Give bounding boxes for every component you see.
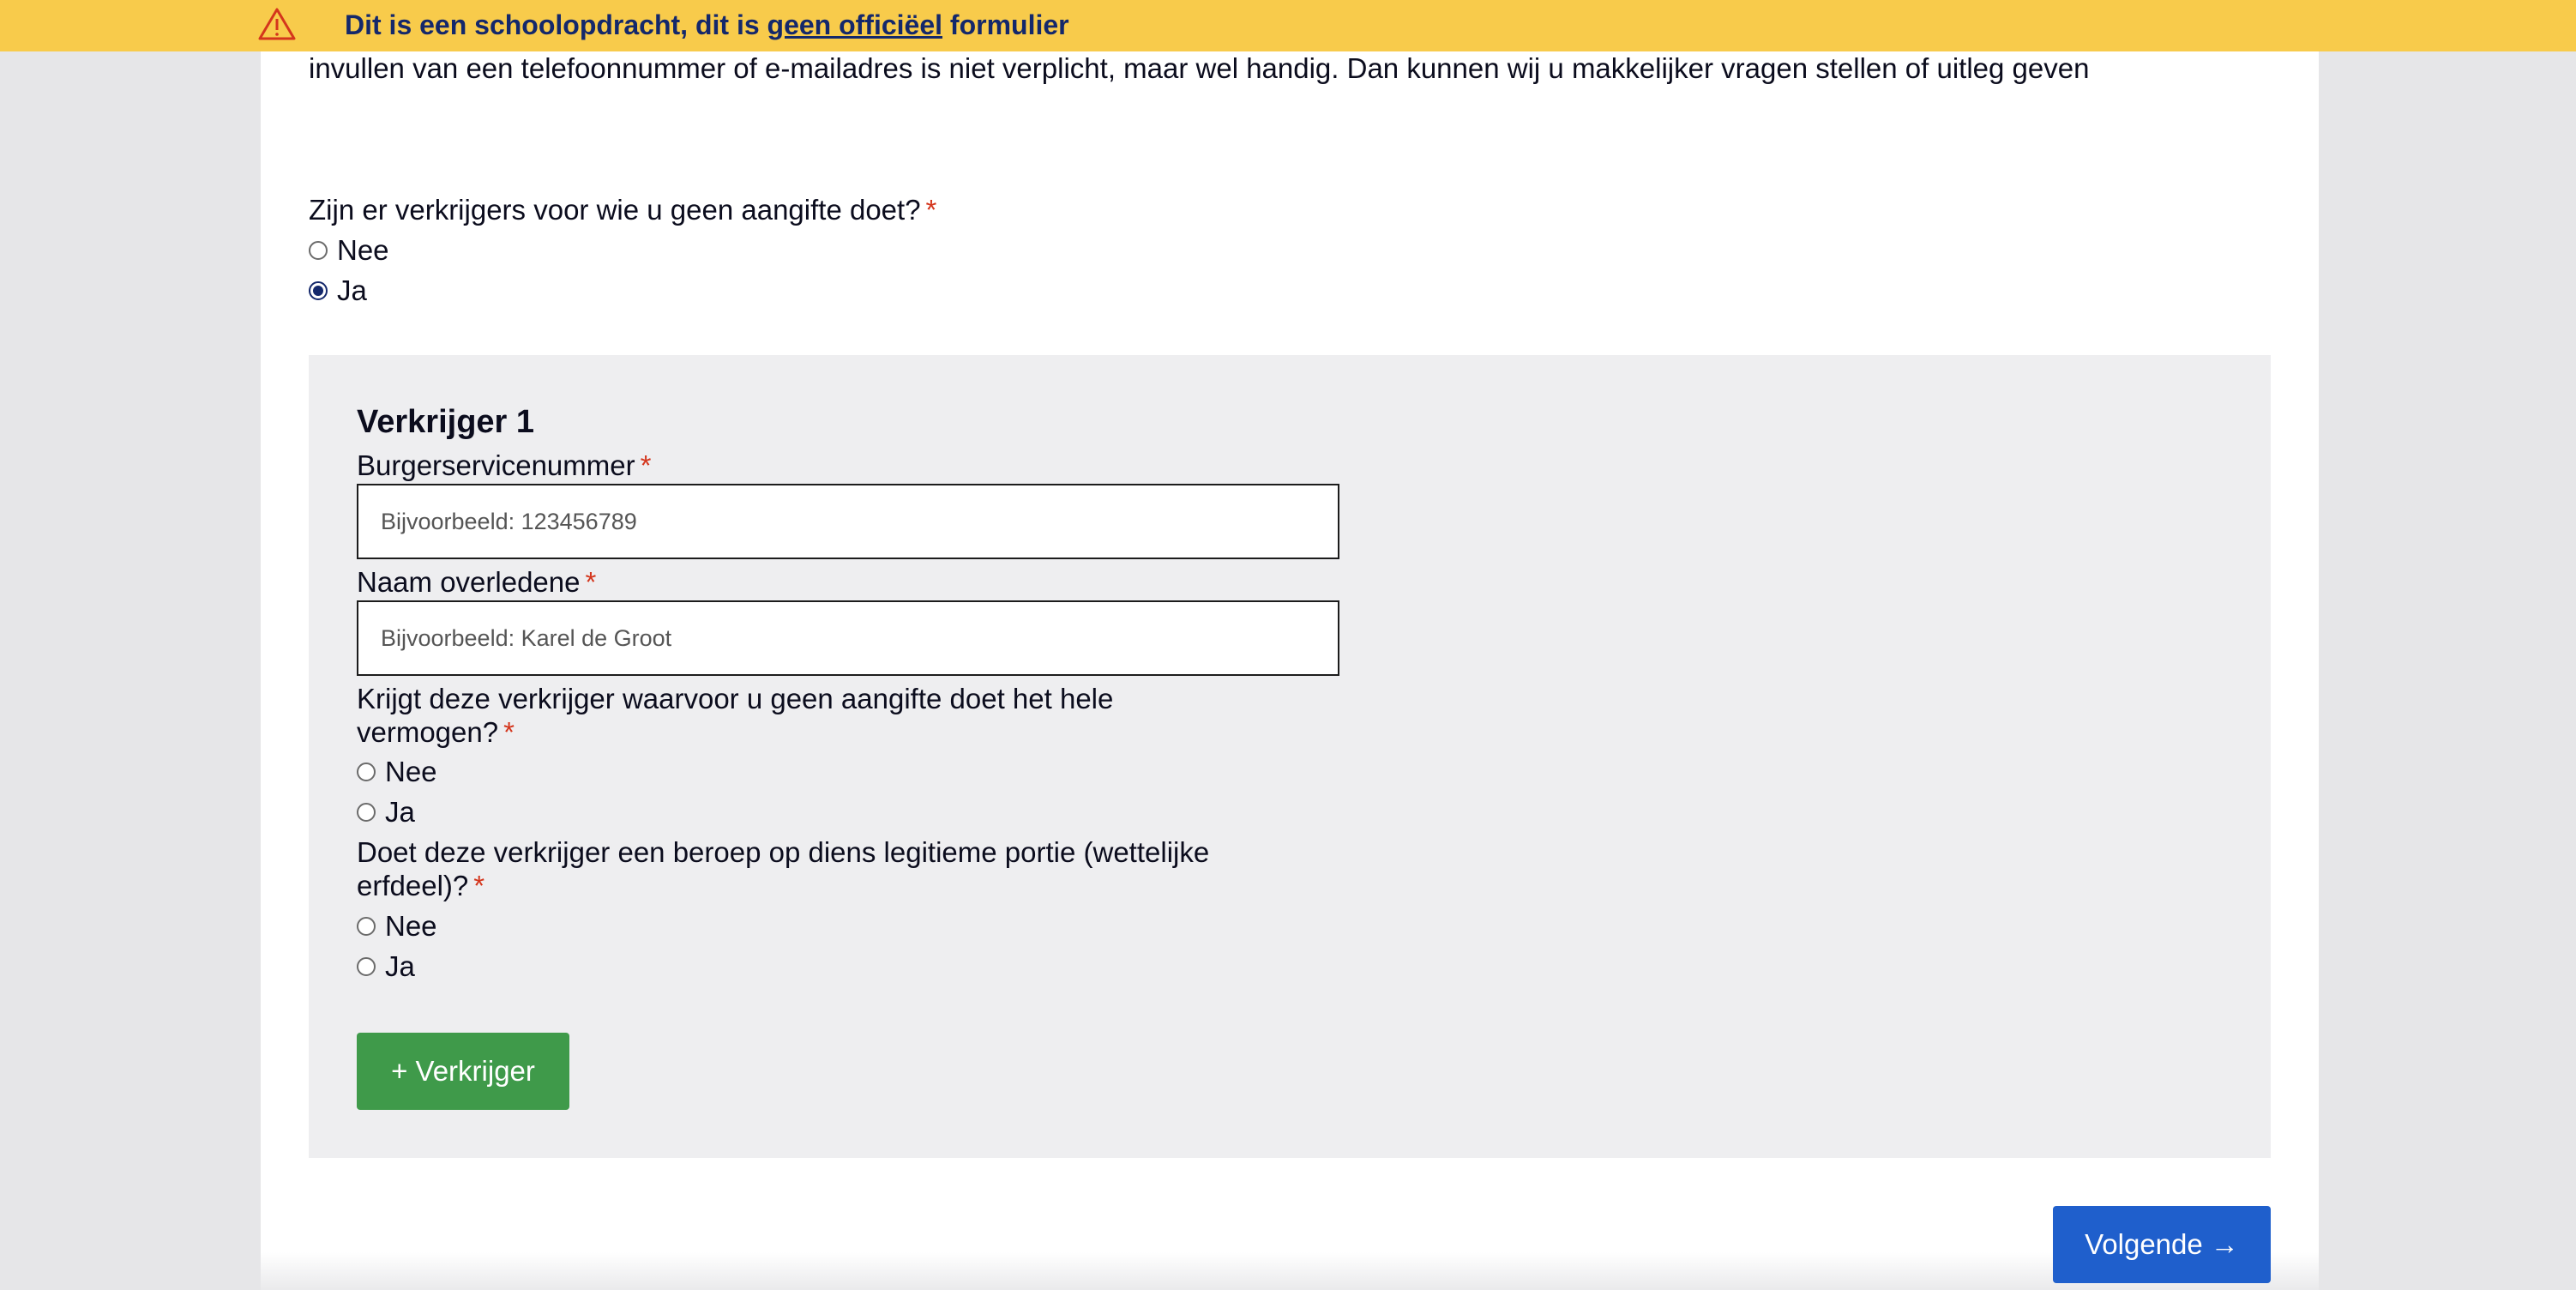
required-mark: * [473,870,485,901]
question-verkrijgers-label: Zijn er verkrijgers voor wie u geen aang… [309,194,921,226]
verkrijger-title: Verkrijger 1 [357,404,535,440]
required-mark: * [585,566,597,598]
banner-text-before: Dit is een schoolopdracht, dit is [345,9,767,40]
question-portie-line2: erfdeel)? [357,870,469,901]
footer-shadow [261,1252,2319,1290]
required-mark: * [503,716,515,748]
vermogen-radio-ja[interactable] [357,803,376,822]
required-mark: * [640,449,652,481]
vermogen-radio-nee[interactable] [357,763,376,781]
portie-option-nee[interactable]: Nee [357,909,437,943]
form-page: invullen van een telefoonnummer of e-mai… [261,0,2319,1290]
warning-banner: Dit is een schoolopdracht, dit is geen o… [0,0,2576,51]
naam-input[interactable] [357,600,1339,676]
portie-radio-nee[interactable] [357,917,376,936]
portie-radio-ja[interactable] [357,957,376,976]
radio-label-ja: Ja [337,274,367,306]
radio-button-nee[interactable] [309,241,328,260]
banner-text-after: formulier [942,9,1069,40]
question-vermogen-line2: vermogen? [357,716,499,748]
add-verkrijger-button[interactable]: + Verkrijger [357,1033,569,1110]
banner-link[interactable]: geen officiëel [767,9,943,40]
vermogen-option-nee[interactable]: Nee [357,755,437,789]
question-portie: Doet deze verkrijger een beroep op diens… [357,835,1317,902]
question-verkrijgers: Zijn er verkrijgers voor wie u geen aang… [309,193,936,227]
radio-label-nee: Nee [337,234,389,266]
vermogen-option-ja[interactable]: Ja [357,795,415,829]
question-vermogen: Krijgt deze verkrijger waarvoor u geen a… [357,682,1317,749]
bsn-label: Burgerservicenummer * [357,449,651,483]
banner-text: Dit is een schoolopdracht, dit is geen o… [345,9,1069,41]
bsn-input[interactable] [357,484,1339,559]
radio-option-ja[interactable]: Ja [309,274,367,308]
portie-label-nee: Nee [385,910,437,942]
vermogen-label-ja: Ja [385,796,415,828]
question-portie-line1: Doet deze verkrijger een beroep op diens… [357,836,1210,868]
naam-label-text: Naam overledene [357,566,581,598]
question-portie-line2-wrap: erfdeel)? * [357,869,1317,902]
portie-option-ja[interactable]: Ja [357,949,415,984]
radio-button-ja[interactable] [309,281,328,300]
naam-label: Naam overledene * [357,565,596,600]
next-button[interactable]: Volgende → [2053,1206,2271,1283]
warning-triangle-icon [258,8,296,40]
intro-text: invullen van een telefoonnummer of e-mai… [309,52,2090,84]
question-vermogen-line2-wrap: vermogen? * [357,715,1317,749]
vermogen-label-nee: Nee [385,756,437,787]
radio-option-nee[interactable]: Nee [309,233,389,268]
verkrijger-panel: Verkrijger 1 Burgerservicenummer* Naam o… [309,355,2271,1158]
question-vermogen-line1: Krijgt deze verkrijger waarvoor u geen a… [357,683,1114,714]
portie-label-ja: Ja [385,950,415,982]
required-mark: * [925,194,937,226]
bsn-label-text: Burgerservicenummer [357,449,635,481]
